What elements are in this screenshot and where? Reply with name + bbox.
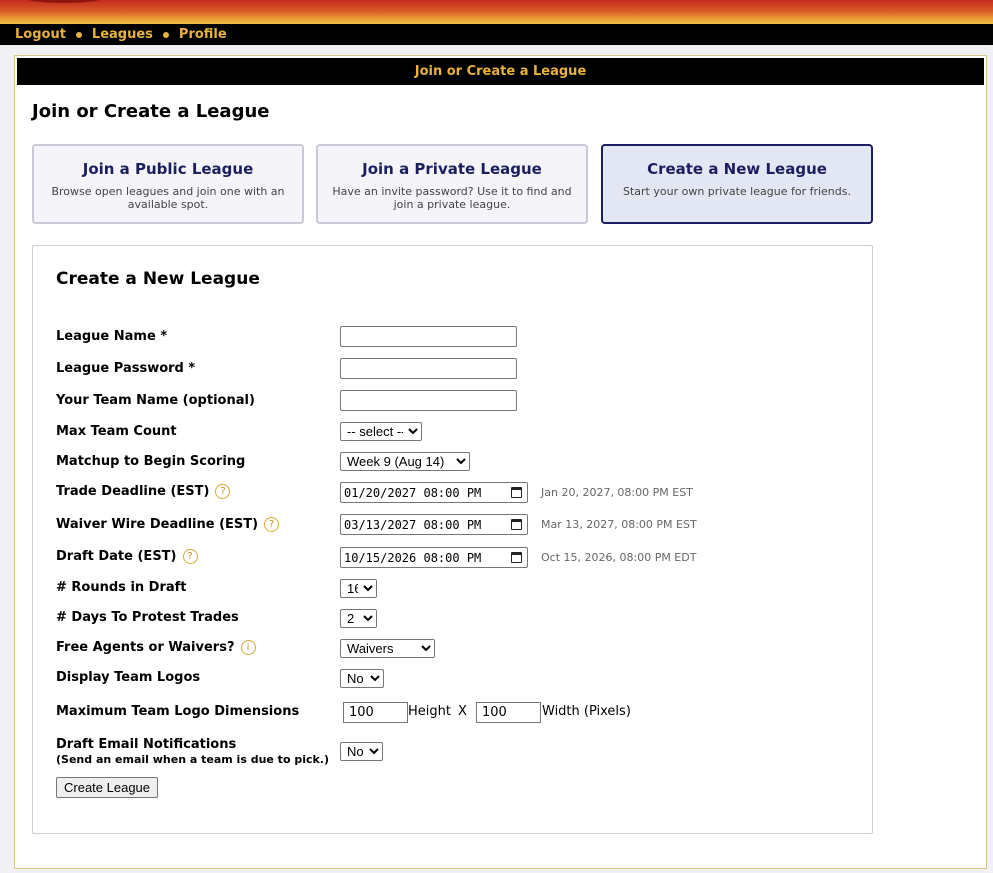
width-label: Width (Pixels) [542,704,631,719]
card-description: Browse open leagues and join one with an… [51,185,285,211]
draft-date-note: Oct 15, 2026, 08:00 PM EDT [541,551,697,564]
calendar-icon[interactable] [511,487,522,498]
height-label: Height [408,704,451,719]
fa-or-waivers-select[interactable]: Waivers [340,639,435,658]
league-password-input[interactable] [340,358,517,379]
join-private-league-card[interactable]: Join a Private League Have an invite pas… [316,144,588,224]
draft-email-label: Draft Email Notifications [56,737,237,752]
matchup-begin-label: Matchup to Begin Scoring [56,454,246,469]
team-name-input[interactable] [340,390,517,411]
max-team-count-label: Max Team Count [56,424,177,439]
card-description: Start your own private league for friend… [623,185,851,198]
protest-days-select[interactable]: 2 [340,609,377,628]
help-icon[interactable]: ? [182,549,198,564]
card-title: Create a New League [647,160,827,178]
top-nav: Logout Leagues Profile [0,24,993,45]
main-panel: Join or Create a League Join or Create a… [14,55,987,869]
draft-date-label: Draft Date (EST)? [56,549,198,564]
form-title: Create a New League [56,269,260,289]
nav-profile[interactable]: Profile [179,27,227,42]
x-label: X [458,704,467,719]
display-logos-select[interactable]: No [340,669,384,688]
waiver-deadline-label: Waiver Wire Deadline (EST)? [56,517,280,532]
logo-height-input[interactable] [343,702,408,723]
team-name-label: Your Team Name (optional) [56,393,255,408]
fa-or-waivers-label: Free Agents or Waivers? i [56,640,256,655]
site-banner [0,0,993,24]
trade-deadline-value: 01/20/2027 08:00 PM [344,485,482,500]
trade-deadline-note: Jan 20, 2027, 08:00 PM EST [541,486,693,499]
waiver-deadline-note: Mar 13, 2027, 08:00 PM EST [541,518,697,531]
nav-separator [162,31,169,38]
nav-leagues[interactable]: Leagues [92,27,153,42]
nav-separator [75,31,82,38]
site-logo[interactable] [26,0,102,3]
card-description: Have an invite password? Use it to find … [332,185,572,211]
help-icon[interactable]: ? [264,517,280,532]
calendar-icon[interactable] [511,552,522,563]
display-logos-label: Display Team Logos [56,670,201,685]
draft-date-input[interactable]: 10/15/2026 08:00 PM [340,547,528,568]
league-password-label: League Password * [56,361,196,376]
protest-days-label: # Days To Protest Trades [56,610,239,625]
page-title: Join or Create a League [32,101,270,122]
rounds-select[interactable]: 16 [340,579,377,598]
matchup-begin-select[interactable]: Week 9 (Aug 14) [340,452,470,471]
help-icon[interactable]: ? [215,484,231,499]
logo-width-input[interactable] [476,702,541,723]
create-league-form: Create a New League League Name * League… [32,245,873,834]
join-public-league-card[interactable]: Join a Public League Browse open leagues… [32,144,304,224]
draft-date-value: 10/15/2026 08:00 PM [344,550,482,565]
logo-dimensions-label: Maximum Team Logo Dimensions [56,704,300,719]
max-team-count-select[interactable]: -- select -- [340,422,422,441]
panel-header: Join or Create a League [17,58,984,85]
league-name-input[interactable] [340,326,517,347]
create-new-league-card[interactable]: Create a New League Start your own priva… [601,144,873,224]
draft-email-select[interactable]: No [340,742,383,761]
draft-email-sublabel: (Send an email when a team is due to pic… [56,753,330,766]
waiver-deadline-value: 03/13/2027 08:00 PM [344,517,482,532]
card-title: Join a Private League [362,160,542,178]
league-name-label: League Name * [56,329,168,344]
rounds-label: # Rounds in Draft [56,580,187,595]
trade-deadline-input[interactable]: 01/20/2027 08:00 PM [340,482,528,503]
info-icon[interactable]: i [240,640,256,655]
card-title: Join a Public League [82,160,254,178]
trade-deadline-label: Trade Deadline (EST)? [56,484,231,499]
waiver-deadline-input[interactable]: 03/13/2027 08:00 PM [340,514,528,535]
nav-logout[interactable]: Logout [15,27,66,42]
calendar-icon[interactable] [511,519,522,530]
create-league-button[interactable]: Create League [56,777,159,798]
